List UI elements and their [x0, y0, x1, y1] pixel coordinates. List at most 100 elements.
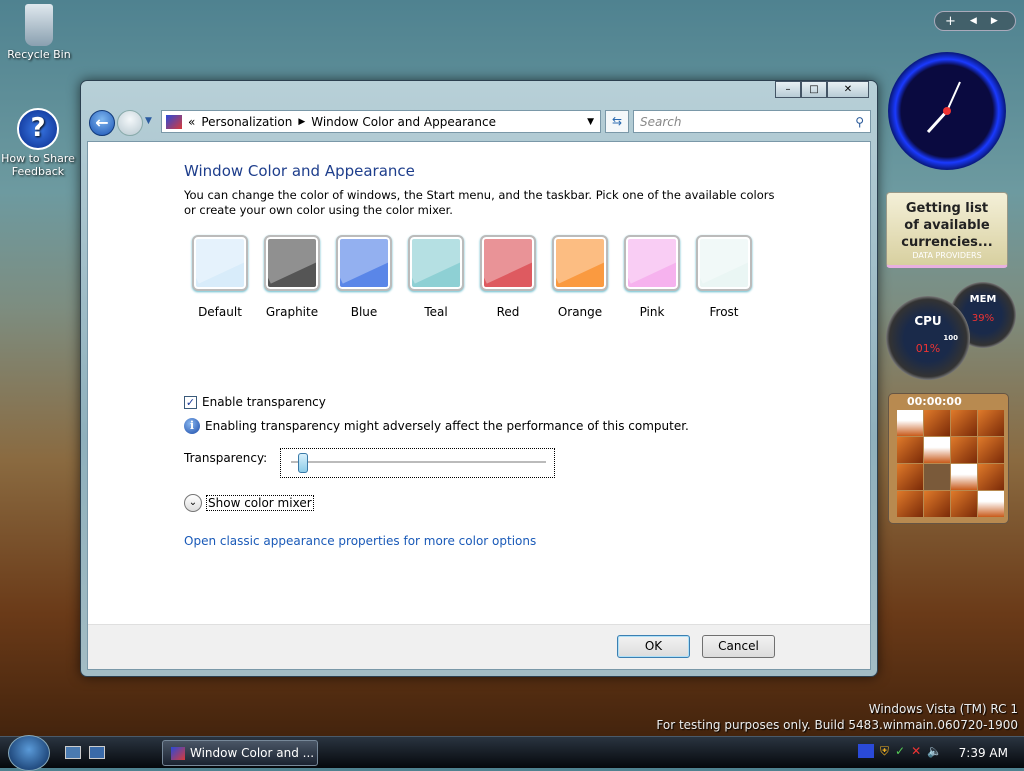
content-pane: Window Color and Appearance You can chan… [87, 141, 871, 670]
control-panel-icon [171, 746, 185, 760]
breadcrumb-personalization[interactable]: Personalization [201, 115, 292, 129]
swatch-label: Frost [709, 305, 739, 319]
search-input[interactable]: Search ⚲ [633, 110, 871, 133]
switch-windows-icon[interactable] [89, 746, 105, 759]
help-icon: ? [17, 108, 59, 150]
watermark-line1: Windows Vista (TM) RC 1 [868, 702, 1018, 716]
puzzle-tile[interactable] [978, 437, 1004, 463]
puzzle-tile[interactable] [951, 410, 977, 436]
puzzle-tile[interactable] [924, 464, 950, 490]
language-icon[interactable] [858, 744, 874, 758]
safely-remove-icon[interactable]: ✓ [895, 744, 905, 759]
puzzle-tile[interactable] [897, 410, 923, 436]
recent-pages-dropdown[interactable]: ▼ [145, 116, 152, 126]
taskbar: Window Color and ... ⛨ ✓ ✕ 🔈 7:39 AM [0, 735, 1024, 771]
volume-icon[interactable]: 🔈 [927, 744, 942, 759]
color-swatches: Default Graphite Blue Teal Red Orange Pink Fros… [192, 235, 752, 319]
maximize-button[interactable]: □ [801, 81, 827, 98]
previous-icon[interactable]: ◀ [970, 16, 977, 26]
puzzle-tile[interactable] [978, 464, 1004, 490]
swatch-label: Graphite [265, 305, 319, 319]
puzzle-tile[interactable] [924, 437, 950, 463]
clock-gadget[interactable] [888, 52, 1006, 170]
swatch-tile[interactable] [408, 235, 464, 291]
puzzle-tile[interactable] [978, 491, 1004, 517]
close-button[interactable]: ✕ [827, 81, 869, 98]
back-button[interactable]: ← [89, 110, 115, 136]
network-disconnected-icon[interactable]: ✕ [911, 744, 921, 759]
picture-puzzle-gadget[interactable]: 00:00:00 [888, 393, 1009, 524]
swatch-label: Teal [424, 305, 448, 319]
transparency-label: Transparency: [184, 451, 268, 465]
swatch-label: Default [198, 305, 242, 319]
show-color-mixer-toggle[interactable]: ⌄ Show color mixer [184, 494, 314, 512]
color-swatch-graphite[interactable]: Graphite [264, 235, 320, 319]
clock-face-icon [926, 81, 961, 134]
recycle-bin-icon [25, 4, 53, 46]
puzzle-tile[interactable] [924, 491, 950, 517]
swatch-tile[interactable] [696, 235, 752, 291]
breadcrumb-separator-icon[interactable]: ▶ [298, 117, 305, 127]
minimize-button[interactable]: – [775, 81, 801, 98]
color-swatch-blue[interactable]: Blue [336, 235, 392, 319]
next-icon[interactable]: ▶ [991, 16, 998, 26]
puzzle-tile[interactable] [978, 410, 1004, 436]
slider-thumb[interactable] [298, 453, 309, 473]
page-description: You can change the color of windows, the… [184, 188, 775, 217]
puzzle-tile[interactable] [897, 464, 923, 490]
forward-button[interactable] [117, 110, 143, 136]
puzzle-tile[interactable] [951, 464, 977, 490]
swatch-label: Blue [350, 305, 378, 319]
address-dropdown-icon[interactable]: ▼ [587, 117, 594, 127]
swatch-tile[interactable] [336, 235, 392, 291]
checkbox-checked-icon[interactable]: ✓ [184, 395, 197, 409]
taskbar-clock[interactable]: 7:39 AM [959, 746, 1008, 760]
swatch-tile[interactable] [264, 235, 320, 291]
watermark-line2: For testing purposes only. Build 5483.wi… [656, 718, 1018, 732]
search-icon[interactable]: ⚲ [855, 115, 864, 129]
address-bar[interactable]: « Personalization ▶ Window Color and App… [161, 110, 601, 133]
puzzle-tile[interactable] [897, 437, 923, 463]
cancel-button[interactable]: Cancel [702, 635, 775, 658]
color-swatch-frost[interactable]: Frost [696, 235, 752, 319]
swatch-tile[interactable] [480, 235, 536, 291]
color-swatch-default[interactable]: Default [192, 235, 248, 319]
swatch-label: Red [496, 305, 520, 319]
color-swatch-teal[interactable]: Teal [408, 235, 464, 319]
breadcrumb-current[interactable]: Window Color and Appearance [311, 115, 496, 129]
taskbar-button-window-color[interactable]: Window Color and ... [162, 740, 318, 766]
color-swatch-red[interactable]: Red [480, 235, 536, 319]
puzzle-tile[interactable] [951, 491, 977, 517]
puzzle-tile[interactable] [897, 491, 923, 517]
window-color-appearance-window: – □ ✕ ← ▼ « Personalization ▶ Window Col… [80, 80, 878, 677]
swatch-label: Pink [639, 305, 665, 319]
navigation-bar: ← ▼ « Personalization ▶ Window Color and… [87, 108, 871, 136]
desktop-icon-share-feedback[interactable]: ? How to Share Feedback [0, 108, 76, 178]
info-text: Enabling transparency might adversely af… [205, 419, 689, 433]
color-swatch-orange[interactable]: Orange [552, 235, 608, 319]
control-panel-icon [166, 114, 182, 129]
swatch-tile[interactable] [192, 235, 248, 291]
swatch-tile[interactable] [624, 235, 680, 291]
start-button[interactable] [8, 735, 50, 771]
add-gadget-icon[interactable]: + [945, 14, 956, 29]
page-title: Window Color and Appearance [184, 162, 415, 180]
slider-track [291, 461, 546, 463]
desktop-icon-recycle-bin[interactable]: Recycle Bin [1, 4, 77, 61]
info-icon: i [184, 418, 200, 434]
breadcrumb-overflow[interactable]: « [188, 115, 195, 129]
security-shield-icon[interactable]: ⛨ [880, 744, 889, 759]
ok-button[interactable]: OK [617, 635, 690, 658]
currency-gadget[interactable]: Getting list of available currencies... … [886, 192, 1008, 268]
puzzle-tile[interactable] [924, 410, 950, 436]
puzzle-tile[interactable] [951, 437, 977, 463]
chevron-down-icon[interactable]: ⌄ [184, 494, 202, 512]
transparency-slider[interactable] [280, 448, 555, 478]
cpu-meter-gadget[interactable]: CPU 100 01% [886, 296, 970, 380]
classic-appearance-link[interactable]: Open classic appearance properties for m… [184, 534, 536, 548]
show-desktop-icon[interactable] [65, 746, 81, 759]
refresh-button[interactable]: ⇆ [605, 110, 629, 133]
color-swatch-pink[interactable]: Pink [624, 235, 680, 319]
enable-transparency-checkbox[interactable]: ✓ Enable transparency [184, 395, 326, 409]
swatch-tile[interactable] [552, 235, 608, 291]
